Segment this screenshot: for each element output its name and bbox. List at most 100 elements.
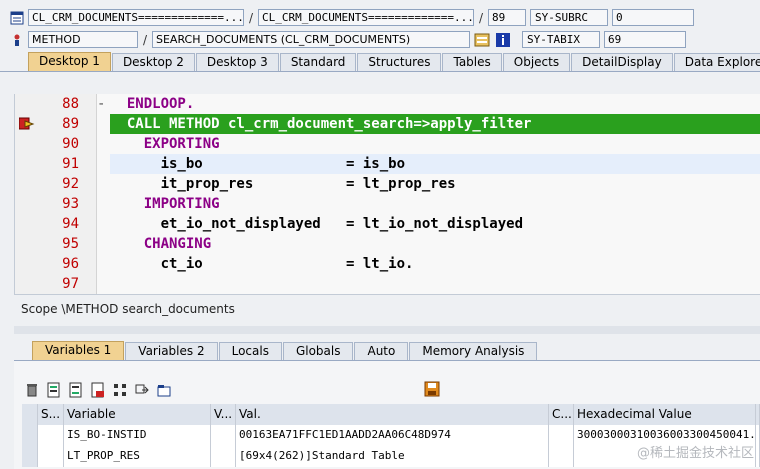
- code-line[interactable]: 92 it_prop_res = lt_prop_res: [15, 174, 760, 194]
- folder-icon[interactable]: [156, 382, 172, 398]
- tab-variables-5[interactable]: Auto: [354, 342, 409, 360]
- info-row-method: METHOD / SEARCH_DOCUMENTS (CL_CRM_DOCUME…: [0, 29, 686, 50]
- tab-desktop-2[interactable]: Desktop 2: [111, 53, 195, 71]
- tab-variables-3[interactable]: Locals: [218, 342, 282, 360]
- row-selector[interactable]: [22, 425, 38, 446]
- variables-toolbar: [24, 381, 172, 399]
- column-header[interactable]: V...: [211, 404, 236, 425]
- line-number: 90: [62, 136, 79, 152]
- line-field[interactable]: 89: [488, 9, 526, 26]
- separator: /: [478, 10, 484, 25]
- tab-variables-6[interactable]: Memory Analysis: [409, 342, 538, 360]
- code-text: IMPORTING: [110, 196, 220, 212]
- status-cell: [38, 446, 64, 467]
- code-line[interactable]: 89 CALL METHOD cl_crm_document_search=>a…: [15, 114, 760, 134]
- code-text: CALL METHOD cl_crm_document_search=>appl…: [110, 116, 532, 132]
- change-cell: [549, 425, 574, 446]
- variable-tabs: Variables 1 Variables 2 Locals Globals Auto M…: [14, 341, 760, 361]
- row-selector[interactable]: [22, 446, 38, 467]
- extra-cell: [756, 425, 760, 446]
- fold-marker[interactable]: -: [97, 94, 107, 114]
- code-line[interactable]: 97: [15, 274, 760, 294]
- line-number: 94: [62, 216, 79, 232]
- sysvar-value-subrc: 0: [612, 9, 694, 26]
- display-icon[interactable]: [474, 32, 490, 48]
- desktop-tabs: Desktop 1 Desktop 2 Desktop 3 Standard Struc…: [0, 52, 760, 72]
- status-cell: [38, 425, 64, 446]
- code-text: et_io_not_displayed = lt_io_not_displaye…: [110, 216, 524, 232]
- line-number: 91: [62, 156, 79, 172]
- code-text: EXPORTING: [110, 136, 220, 152]
- code-line[interactable]: 96 ct_io = lt_io.: [15, 254, 760, 274]
- save-icon[interactable]: [424, 381, 440, 397]
- code-text: it_prop_res = lt_prop_res: [110, 176, 456, 192]
- code-line[interactable]: 93 IMPORTING: [15, 194, 760, 214]
- line-number: 95: [62, 236, 79, 252]
- breakpoint-arrow-icon[interactable]: [19, 117, 35, 131]
- view-cell: [211, 446, 236, 467]
- tab-desktop-5[interactable]: Structures: [357, 53, 442, 71]
- code-text: CHANGING: [110, 236, 212, 252]
- tab-desktop-8[interactable]: DetailDisplay: [571, 53, 673, 71]
- append-row-icon[interactable]: [68, 382, 84, 398]
- column-header[interactable]: Hexadecimal Value: [574, 404, 756, 425]
- tab-desktop-7[interactable]: Objects: [502, 53, 571, 71]
- source-editor[interactable]: 88 - ENDLOOP. 89 CALL METHOD cl_crm_docume…: [14, 94, 760, 294]
- line-number: 97: [62, 276, 79, 292]
- column-header[interactable]: Val.: [236, 404, 549, 425]
- extra-cell: [756, 446, 760, 467]
- code-line[interactable]: 88 - ENDLOOP.: [15, 94, 760, 114]
- sysvar-value-tabix: 69: [604, 31, 686, 48]
- line-number: 88: [62, 96, 79, 112]
- scope-bar: Scope \METHOD search_documents: [14, 294, 760, 324]
- info-icon[interactable]: [495, 32, 511, 48]
- code-text: is_bo = is_bo: [110, 156, 406, 172]
- watermark: @稀土掘金技术社区: [636, 446, 754, 461]
- tab-desktop-1[interactable]: Desktop 1: [28, 52, 111, 71]
- tree-icon[interactable]: [112, 382, 128, 398]
- code-text: ct_io = lt_io.: [110, 256, 414, 272]
- column-header[interactable]: Variable: [64, 404, 211, 425]
- value-cell[interactable]: [69x4(262)]Standard Table: [236, 446, 549, 467]
- change-cell: [549, 446, 574, 467]
- tab-desktop-3[interactable]: Desktop 3: [195, 53, 279, 71]
- table-header: S... Variable V... Val. C... Hexadecimal Valu…: [22, 404, 760, 425]
- column-header[interactable]: S...: [38, 404, 64, 425]
- separator: /: [248, 10, 254, 25]
- tab-desktop-6[interactable]: Tables: [442, 53, 502, 71]
- tab-variables-1[interactable]: Variables 1: [32, 341, 125, 360]
- info-row-program: CL_CRM_DOCUMENTS=============... / CL_CR…: [0, 7, 694, 28]
- tab-variables-2[interactable]: Variables 2: [125, 342, 218, 360]
- delete-icon[interactable]: [24, 382, 40, 398]
- include-field[interactable]: CL_CRM_DOCUMENTS=============...: [258, 9, 474, 26]
- code-line[interactable]: 91 is_bo = is_bo: [15, 154, 760, 174]
- event-name-field[interactable]: SEARCH_DOCUMENTS (CL_CRM_DOCUMENTS): [152, 31, 470, 48]
- insert-row-icon[interactable]: [46, 382, 62, 398]
- navigate-icon[interactable]: [134, 382, 150, 398]
- column-header[interactable]: [22, 404, 38, 425]
- method-icon: [14, 34, 20, 46]
- tab-variables-4[interactable]: Globals: [282, 342, 354, 360]
- event-type-field[interactable]: METHOD: [28, 31, 138, 48]
- line-number: 96: [62, 256, 79, 272]
- tab-desktop-9[interactable]: Data Explorer: [673, 53, 760, 71]
- code-text: ENDLOOP.: [110, 96, 195, 112]
- splitter[interactable]: [14, 326, 760, 334]
- view-cell: [211, 425, 236, 446]
- tab-desktop-4[interactable]: Standard: [279, 53, 357, 71]
- variable-cell[interactable]: LT_PROP_RES: [64, 446, 211, 467]
- code-line[interactable]: 94 et_io_not_displayed = lt_io_not_displ…: [15, 214, 760, 234]
- column-header[interactable]: [756, 404, 760, 425]
- value-cell[interactable]: 00163EA71FFC1ED1AADD2AA06C48D974: [236, 425, 549, 446]
- line-number: 92: [62, 176, 79, 192]
- code-line[interactable]: 90 EXPORTING: [15, 134, 760, 154]
- program-icon: [10, 11, 24, 24]
- code-line[interactable]: 95 CHANGING: [15, 234, 760, 254]
- sysvar-label-subrc: SY-SUBRC: [530, 9, 608, 26]
- program-field[interactable]: CL_CRM_DOCUMENTS=============...: [28, 9, 244, 26]
- sysvar-label-tabix: SY-TABIX: [522, 31, 600, 48]
- separator: /: [142, 32, 148, 47]
- column-header[interactable]: C...: [549, 404, 574, 425]
- save-layout-icon[interactable]: [90, 382, 106, 398]
- variable-cell[interactable]: IS_BO-INSTID: [64, 425, 211, 446]
